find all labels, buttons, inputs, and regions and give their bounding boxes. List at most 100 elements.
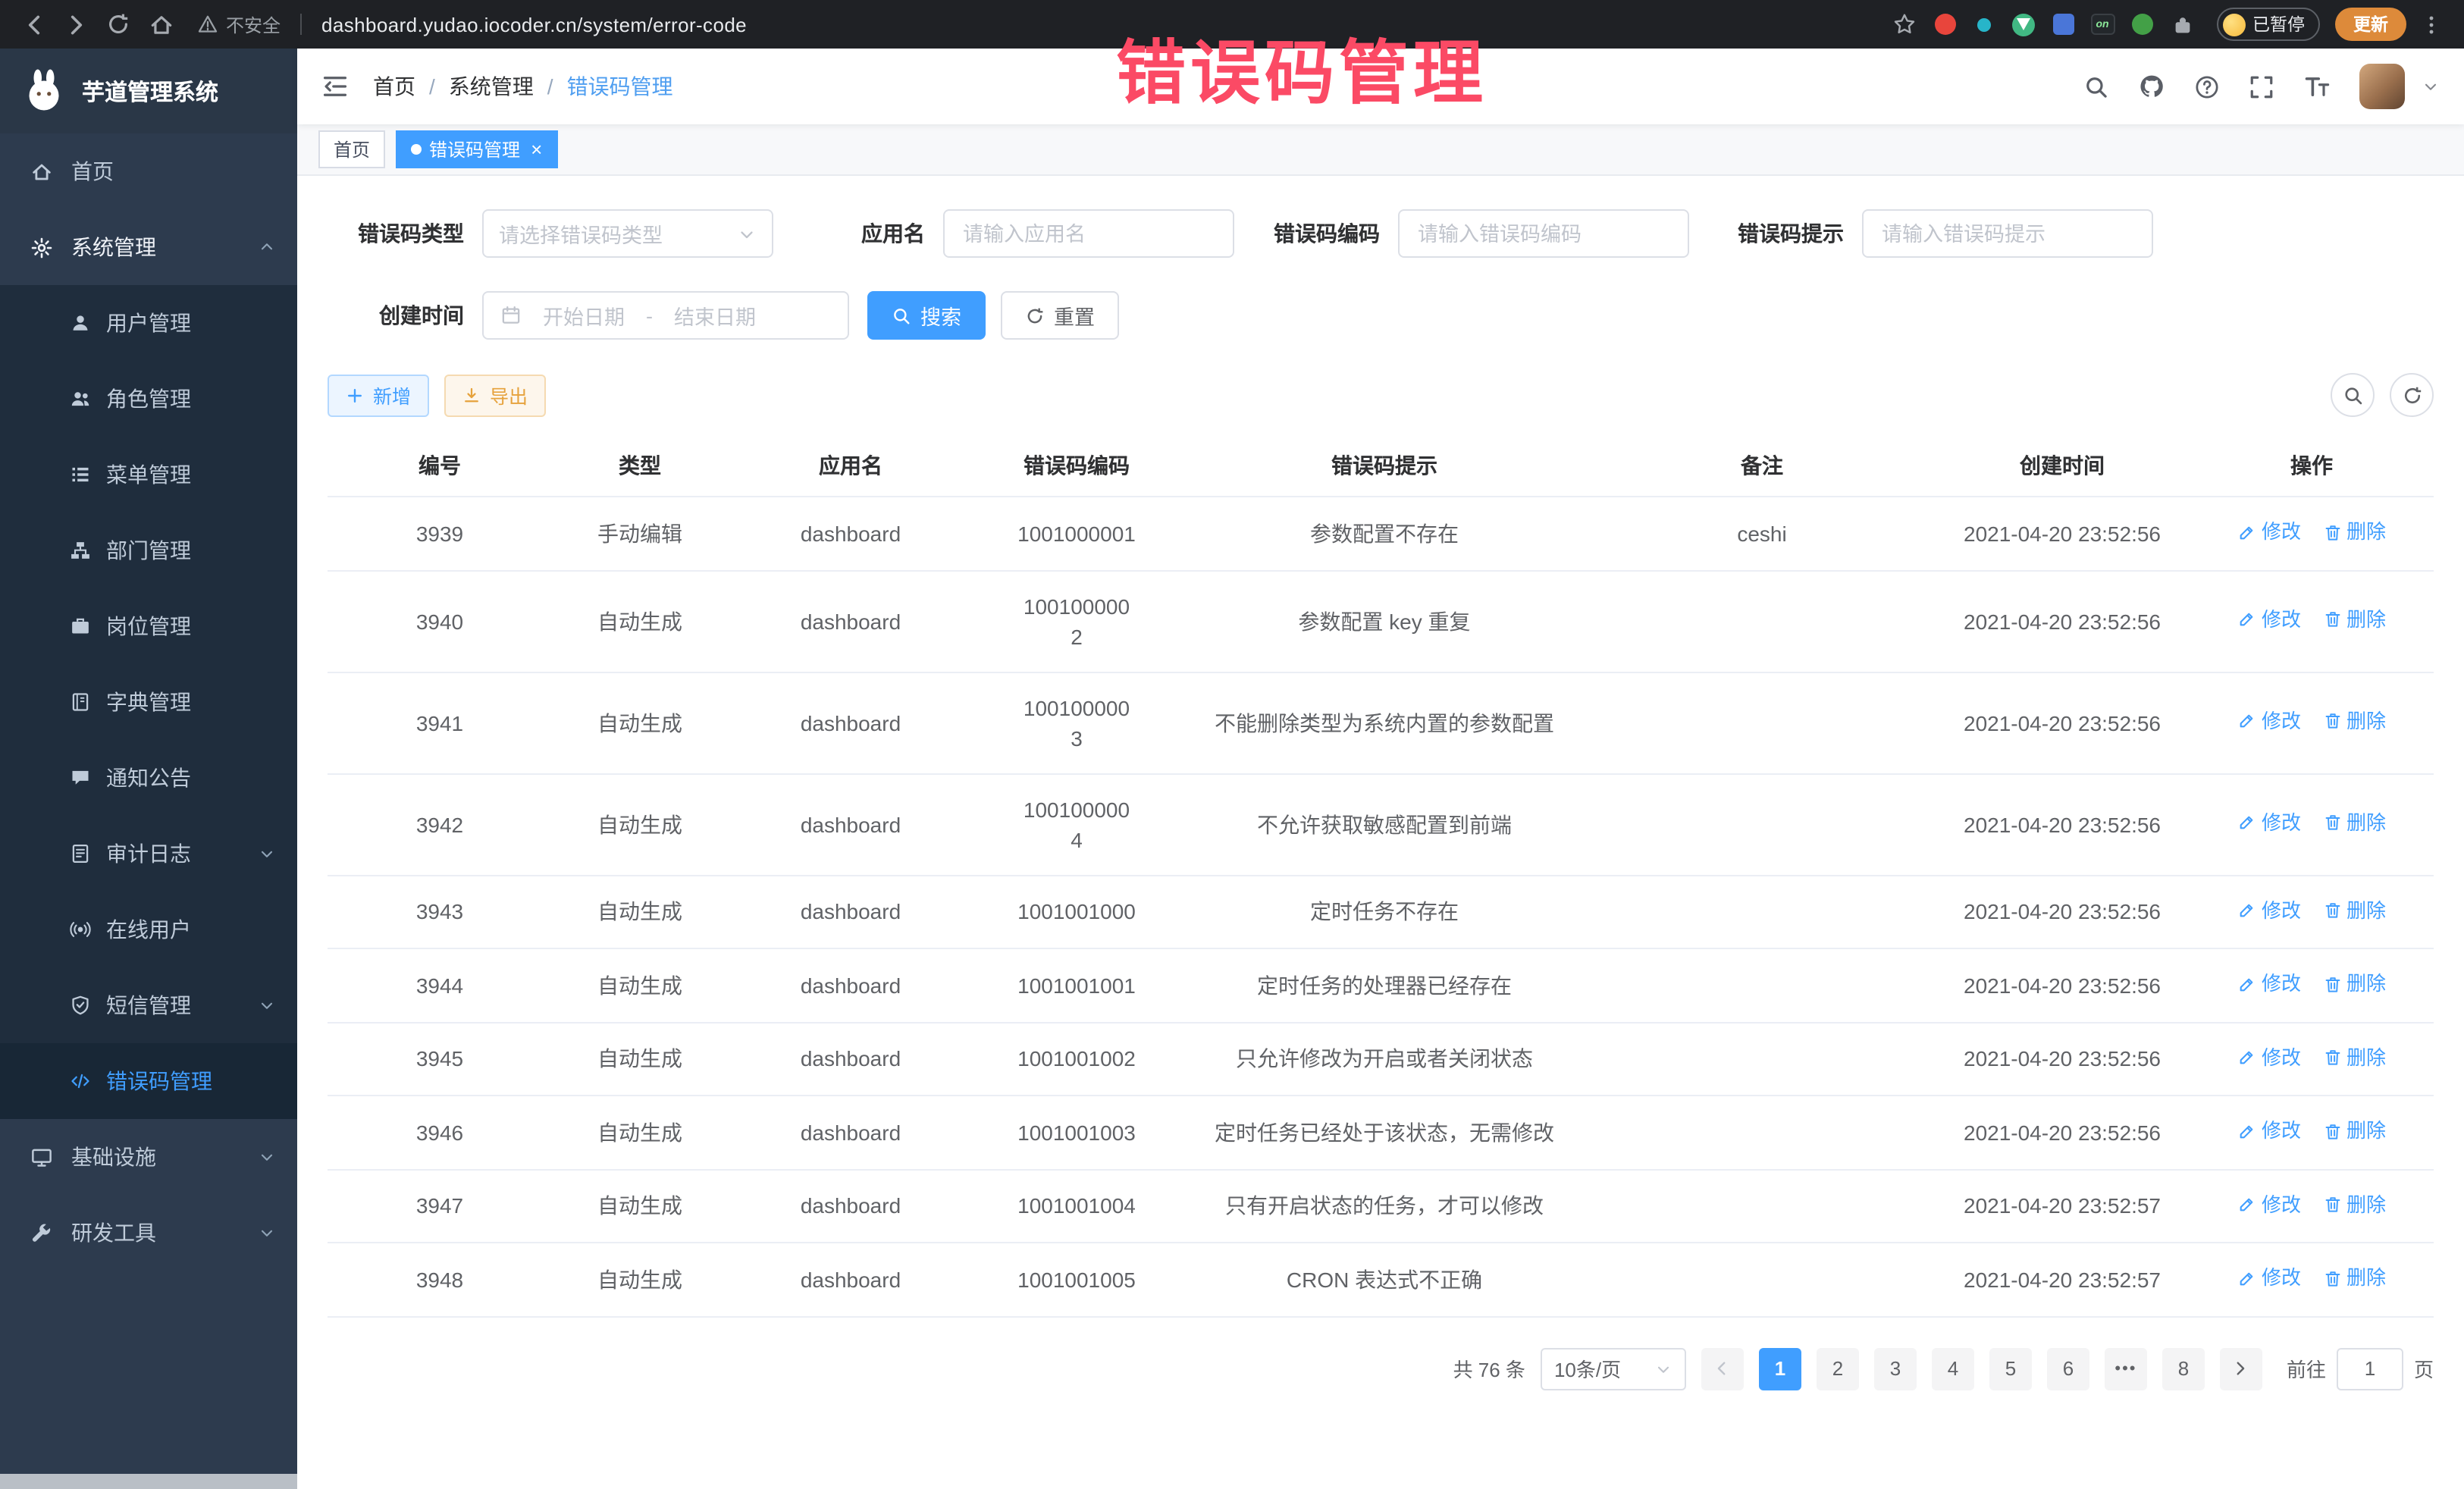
home-icon[interactable] [143, 6, 179, 42]
extension-icon-on[interactable]: on [2086, 8, 2119, 41]
close-icon[interactable]: × [531, 139, 542, 159]
prev-page-button[interactable] [1701, 1347, 1744, 1390]
edit-icon [2237, 712, 2257, 732]
table-row: 3944自动生成dashboard1001001001定时任务的处理器已经存在2… [328, 948, 2434, 1022]
kebab-menu-icon[interactable] [2412, 6, 2449, 42]
edit-link[interactable]: 修改 [2237, 1190, 2301, 1220]
edit-link[interactable]: 修改 [2237, 605, 2301, 635]
delete-link[interactable]: 删除 [2322, 605, 2386, 635]
delete-link[interactable]: 删除 [2322, 517, 2386, 547]
edit-link[interactable]: 修改 [2237, 1116, 2301, 1146]
address-bar[interactable]: dashboard.yudao.iocoder.cn/system/error-… [321, 13, 747, 36]
sidebar-item-role-management[interactable]: 角色管理 [0, 361, 297, 437]
goto-page-input[interactable] [2337, 1347, 2403, 1390]
extensions-puzzle-icon[interactable] [2165, 6, 2201, 42]
breadcrumb-system[interactable]: 系统管理 [449, 71, 534, 102]
edit-link[interactable]: 修改 [2237, 517, 2301, 547]
add-button[interactable]: 新增 [328, 374, 429, 416]
sidebar-item-menu-management[interactable]: 菜单管理 [0, 437, 297, 513]
app-name-input[interactable] [943, 209, 1234, 258]
update-button[interactable]: 更新 [2335, 8, 2406, 41]
delete-link[interactable]: 删除 [2322, 1263, 2386, 1293]
back-icon[interactable] [15, 6, 52, 42]
extension-icon-red[interactable] [1928, 8, 1961, 41]
tags-view-bar: 首页 错误码管理 × [297, 124, 2464, 176]
edit-link[interactable]: 修改 [2237, 1263, 2301, 1293]
delete-link[interactable]: 删除 [2322, 1190, 2386, 1220]
broadcast-icon [70, 919, 91, 940]
breadcrumb-home[interactable]: 首页 [373, 71, 415, 102]
next-page-button[interactable] [2220, 1347, 2262, 1390]
page-button-4[interactable]: 4 [1932, 1347, 1974, 1390]
bookmark-star-icon[interactable] [1886, 6, 1922, 42]
delete-link[interactable]: 删除 [2322, 1116, 2386, 1146]
more-pages-button[interactable]: ••• [2105, 1347, 2147, 1390]
sidebar-item-dept-management[interactable]: 部门管理 [0, 513, 297, 588]
page-button-1[interactable]: 1 [1759, 1347, 1801, 1390]
edit-link[interactable]: 修改 [2237, 895, 2301, 926]
delete-link[interactable]: 删除 [2322, 895, 2386, 926]
fullscreen-icon[interactable] [2249, 74, 2274, 99]
toggle-search-icon[interactable] [2331, 373, 2375, 417]
delete-link[interactable]: 删除 [2322, 969, 2386, 999]
create-time-range-picker[interactable]: 开始日期 - 结束日期 [482, 291, 849, 340]
search-icon[interactable] [2083, 74, 2109, 99]
sidebar-item-system-management[interactable]: 系统管理 [0, 209, 297, 285]
error-type-select[interactable]: 请选择错误码类型 [482, 209, 773, 258]
table-header-row: 编号 类型 应用名 错误码编码 错误码提示 备注 创建时间 操作 [328, 435, 2434, 497]
sidebar-item-user-management[interactable]: 用户管理 [0, 285, 297, 361]
collapse-sidebar-icon[interactable] [321, 73, 349, 100]
page-button-2[interactable]: 2 [1817, 1347, 1859, 1390]
delete-link[interactable]: 删除 [2322, 808, 2386, 839]
edit-link[interactable]: 修改 [2237, 808, 2301, 839]
user-avatar[interactable] [2359, 64, 2405, 109]
page-button-5[interactable]: 5 [1989, 1347, 2032, 1390]
extension-icon-grid[interactable] [2046, 8, 2080, 41]
tab-home[interactable]: 首页 [318, 130, 385, 168]
sidebar-item-sms-management[interactable]: 短信管理 [0, 967, 297, 1043]
book-icon [70, 691, 91, 713]
page-button-8[interactable]: 8 [2162, 1347, 2205, 1390]
sidebar-item-dict-management[interactable]: 字典管理 [0, 664, 297, 740]
edit-link[interactable]: 修改 [2237, 707, 2301, 737]
page-button-6[interactable]: 6 [2047, 1347, 2089, 1390]
reload-icon[interactable] [100, 6, 136, 42]
user-icon [70, 312, 91, 334]
export-button[interactable]: 导出 [444, 374, 546, 416]
forward-icon[interactable] [58, 6, 94, 42]
app-logo[interactable]: 芋道管理系统 [0, 49, 297, 133]
edit-link[interactable]: 修改 [2237, 969, 2301, 999]
help-icon[interactable] [2194, 74, 2220, 99]
error-code-input[interactable] [1398, 209, 1689, 258]
vue-devtools-icon[interactable] [2007, 8, 2040, 41]
sidebar-item-online-users[interactable]: 在线用户 [0, 892, 297, 967]
profile-paused-badge[interactable]: 已暂停 [2216, 8, 2320, 41]
extension-icon-green[interactable] [2125, 8, 2158, 41]
sidebar-item-dev-tools[interactable]: 研发工具 [0, 1195, 297, 1271]
error-msg-input[interactable] [1862, 209, 2153, 258]
sidebar-item-error-code-management[interactable]: 错误码管理 [0, 1043, 297, 1119]
tab-error-code-management[interactable]: 错误码管理 × [396, 130, 557, 168]
sidebar-item-notice[interactable]: 通知公告 [0, 740, 297, 816]
sidebar-item-infrastructure[interactable]: 基础设施 [0, 1119, 297, 1195]
extension-icon-teal-dot[interactable] [1967, 8, 2001, 41]
page-button-3[interactable]: 3 [1874, 1347, 1917, 1390]
delete-link[interactable]: 删除 [2322, 1042, 2386, 1073]
github-icon[interactable] [2138, 73, 2165, 100]
sidebar-item-home[interactable]: 首页 [0, 133, 297, 209]
chevron-down-icon[interactable] [2422, 77, 2440, 96]
delete-link[interactable]: 删除 [2322, 707, 2386, 737]
col-header-remark: 备注 [1589, 435, 1935, 497]
chevron-up-icon [258, 238, 276, 256]
page: 不安全 dashboard.yudao.iocoder.cn/system/er… [0, 0, 2464, 1489]
page-size-select[interactable]: 10条/页 [1541, 1347, 1686, 1390]
gear-icon [30, 236, 53, 259]
reset-button[interactable]: 重置 [1001, 291, 1119, 340]
sidebar-item-audit-log[interactable]: 审计日志 [0, 816, 297, 892]
font-size-icon[interactable] [2303, 73, 2331, 100]
security-indicator[interactable]: 不安全 [197, 11, 281, 37]
edit-link[interactable]: 修改 [2237, 1042, 2301, 1073]
search-button[interactable]: 搜索 [867, 291, 986, 340]
refresh-table-icon[interactable] [2390, 373, 2434, 417]
sidebar-item-post-management[interactable]: 岗位管理 [0, 588, 297, 664]
